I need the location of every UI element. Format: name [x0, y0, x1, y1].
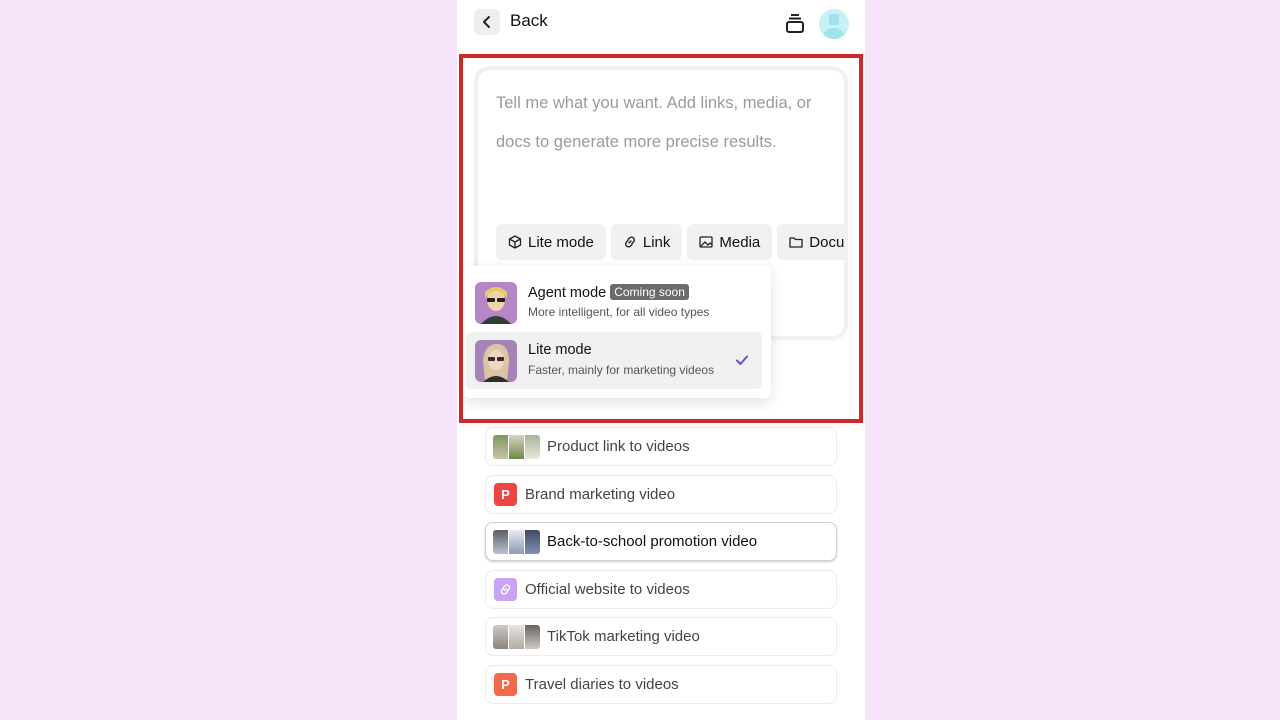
chevron-left-icon [483, 16, 490, 28]
link-chip[interactable]: Link [610, 224, 683, 260]
chip-label: Link [642, 233, 671, 251]
agent-mode-option[interactable]: Agent mode Coming soon More intelligent, … [466, 274, 762, 331]
lite-mode-option[interactable]: Lite mode Faster, mainly for marketing v… [466, 332, 762, 389]
chip-row: Lite mode Link Media Docu [496, 224, 844, 260]
option-title: Agent mode [528, 285, 607, 301]
list-item-label: TikTok marketing video [547, 628, 700, 645]
stack-icon[interactable] [784, 13, 806, 35]
list-item-label: Brand marketing video [525, 486, 676, 503]
chip-label: Lite mode [528, 233, 594, 251]
lite-mode-chip[interactable]: Lite mode [496, 224, 606, 260]
chip-label: Media [719, 233, 761, 251]
cube-icon [508, 235, 522, 249]
lite-mode-thumbnail [475, 340, 517, 382]
template-tiktok-marketing[interactable]: TikTok marketing video [485, 617, 837, 656]
document-chip[interactable]: Docu [777, 224, 844, 260]
option-subtitle: More intelligent, for all video types [528, 305, 710, 319]
checkmark-icon [736, 355, 748, 365]
template-product-link[interactable]: Product link to videos [485, 427, 837, 466]
template-travel-diaries[interactable]: P Travel diaries to videos [485, 665, 837, 704]
media-chip[interactable]: Media [687, 224, 773, 260]
link-icon [624, 236, 635, 248]
list-item-label: Travel diaries to videos [525, 676, 679, 693]
back-label[interactable]: Back [510, 11, 548, 31]
prompt-input[interactable]: Tell me what you want. Add links, media,… [496, 84, 826, 162]
link-badge-icon [494, 578, 517, 601]
chip-label: Docu [809, 233, 844, 251]
thumbnail-strip [493, 624, 540, 649]
image-icon [699, 236, 714, 248]
agent-mode-title: Agent mode Coming soon [528, 284, 689, 301]
option-title: Lite mode [528, 342, 592, 358]
app-screen: Back Tell me what you want. Add links, m… [457, 0, 865, 720]
back-button[interactable] [474, 9, 500, 35]
coming-soon-badge: Coming soon [610, 284, 689, 300]
thumbnail-strip [493, 434, 540, 459]
avatar[interactable] [819, 9, 849, 39]
p-badge-icon: P [494, 673, 517, 696]
user-avatar-icon [823, 14, 845, 39]
p-badge-icon: P [494, 483, 517, 506]
mode-dropdown: Agent mode Coming soon More intelligent, … [463, 266, 771, 398]
template-brand-marketing[interactable]: P Brand marketing video [485, 475, 837, 514]
agent-mode-thumbnail [475, 282, 517, 324]
option-subtitle: Faster, mainly for marketing videos [528, 363, 715, 377]
list-item-label: Official website to videos [525, 581, 690, 598]
list-item-label: Product link to videos [547, 438, 690, 455]
template-official-website[interactable]: Official website to videos [485, 570, 837, 609]
thumbnail-strip [493, 529, 540, 554]
folder-icon [789, 237, 803, 248]
template-back-to-school[interactable]: Back-to-school promotion video [485, 522, 837, 561]
list-item-label: Back-to-school promotion video [547, 533, 758, 550]
